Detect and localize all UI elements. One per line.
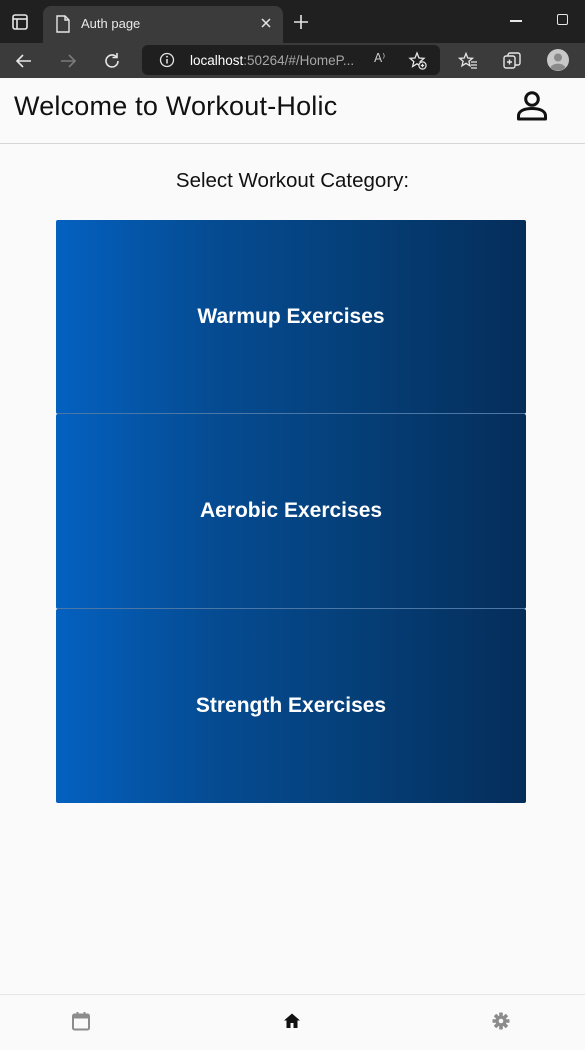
url-text: localhost:50264/#/HomeP... bbox=[190, 53, 354, 68]
close-tab-icon[interactable] bbox=[259, 16, 273, 30]
collections-icon[interactable] bbox=[502, 51, 522, 71]
settings-icon[interactable] bbox=[490, 1010, 512, 1032]
browser-toolbar: localhost:50264/#/HomeP... A⁾ bbox=[0, 43, 585, 78]
category-card-strength[interactable]: Strength Exercises bbox=[56, 608, 526, 803]
read-aloud-icon[interactable]: A⁾ bbox=[374, 51, 385, 65]
url-host: localhost bbox=[190, 53, 244, 68]
tab-actions-icon[interactable] bbox=[11, 13, 29, 31]
forward-icon[interactable] bbox=[58, 51, 78, 71]
category-list: Warmup Exercises Aerobic Exercises Stren… bbox=[56, 220, 526, 803]
calendar-icon[interactable] bbox=[70, 1010, 92, 1032]
add-favorite-icon[interactable] bbox=[408, 51, 428, 71]
new-tab-icon[interactable] bbox=[292, 13, 310, 31]
site-info-icon[interactable] bbox=[159, 52, 175, 68]
person-icon[interactable] bbox=[514, 88, 550, 124]
bottom-navigation-bar bbox=[0, 994, 585, 1050]
refresh-icon[interactable] bbox=[102, 51, 122, 71]
category-card-warmup[interactable]: Warmup Exercises bbox=[56, 220, 526, 415]
address-bar[interactable]: localhost:50264/#/HomeP... A⁾ bbox=[142, 45, 440, 75]
browser-tab-bar: Auth page bbox=[0, 0, 585, 43]
browser-tab[interactable]: Auth page bbox=[43, 6, 283, 43]
page-icon bbox=[56, 15, 70, 33]
tab-title: Auth page bbox=[81, 16, 141, 31]
category-label: Warmup Exercises bbox=[197, 304, 385, 328]
maximize-window-icon[interactable] bbox=[557, 14, 568, 25]
favorites-icon[interactable] bbox=[458, 51, 478, 71]
home-icon[interactable] bbox=[281, 1010, 303, 1032]
category-card-aerobic[interactable]: Aerobic Exercises bbox=[56, 414, 526, 609]
category-label: Aerobic Exercises bbox=[199, 498, 383, 522]
url-path: :50264/#/HomeP... bbox=[243, 53, 355, 68]
app-title: Welcome to Workout-Holic bbox=[14, 91, 338, 121]
minimize-window-icon[interactable] bbox=[510, 20, 522, 22]
app-bar: Welcome to Workout-Holic bbox=[0, 78, 585, 144]
back-icon[interactable] bbox=[14, 51, 34, 71]
select-category-heading: Select Workout Category: bbox=[175, 169, 410, 192]
category-label: Strength Exercises bbox=[195, 693, 387, 717]
profile-avatar-icon[interactable] bbox=[546, 48, 570, 72]
